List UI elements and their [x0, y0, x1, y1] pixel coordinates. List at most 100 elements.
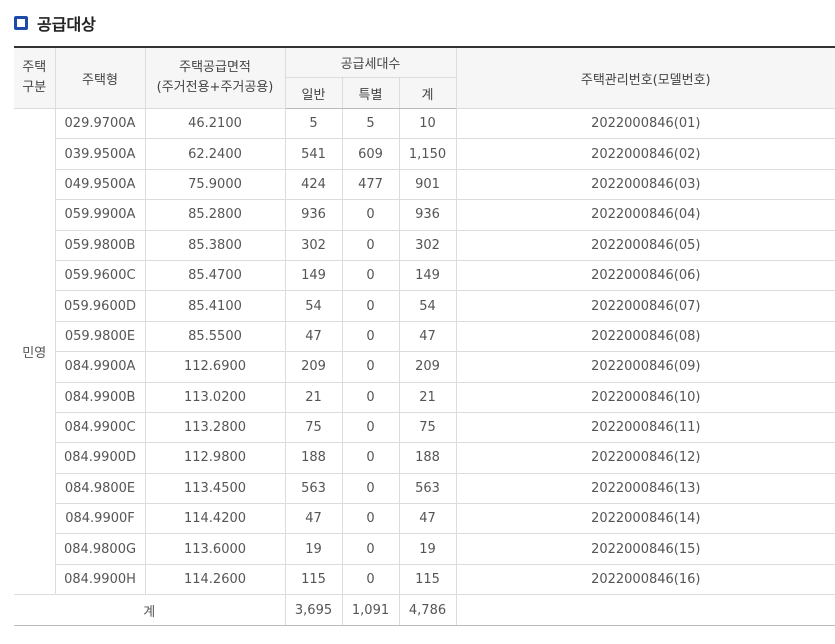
cell-housing-type: 084.9800G	[55, 533, 146, 565]
cell-management-number: 2022000846(06)	[455, 259, 835, 292]
cell-general-units: 302	[284, 229, 343, 261]
cell-management-number: 2022000846(10)	[455, 381, 835, 413]
cell-special-units: 0	[341, 381, 400, 413]
cell-supply-area: 46.2100	[144, 107, 286, 140]
cell-management-number: 2022000846(11)	[455, 411, 835, 444]
cell-total-units: 302	[398, 229, 457, 261]
cell-general-units: 936	[284, 199, 343, 231]
cell-total-units: 149	[398, 259, 457, 292]
cell-housing-type: 059.9900A	[55, 199, 146, 231]
cell-special-units: 0	[341, 199, 400, 231]
header-supply-area: 주택공급면적 (주거전용+주거공용)	[144, 46, 286, 109]
cell-supply-area: 112.9800	[144, 442, 286, 474]
total-total-units: 4,786	[398, 594, 457, 627]
header-management-number: 주택관리번호(모델번호)	[455, 46, 835, 109]
cell-total-units: 901	[398, 168, 457, 201]
table-row: 059.9900A 85.2800 936 0 936 2022000846(04)	[14, 199, 835, 231]
cell-total-units: 10	[398, 107, 457, 140]
cell-housing-type: 059.9800E	[55, 320, 146, 353]
cell-housing-type: 084.9900C	[55, 411, 146, 444]
cell-general-units: 54	[284, 290, 343, 322]
cell-housing-type: 029.9700A	[54, 107, 146, 140]
cell-housing-type: 084.9800E	[55, 472, 146, 505]
header-division: 주택 구분	[14, 46, 56, 109]
cell-total-units: 563	[398, 472, 457, 505]
cell-supply-area: 112.6900	[144, 351, 286, 383]
cell-total-units: 188	[398, 442, 457, 474]
cell-total-units: 1,150	[398, 138, 457, 170]
cell-special-units: 0	[341, 472, 400, 505]
cell-supply-area: 114.2600	[144, 563, 286, 596]
cell-general-units: 21	[284, 381, 343, 413]
cell-supply-area: 85.3800	[144, 229, 286, 261]
cell-general-units: 115	[284, 563, 343, 596]
cell-general-units: 424	[284, 168, 343, 201]
cell-special-units: 0	[341, 229, 400, 261]
cell-division: 민영	[14, 107, 56, 596]
table-row: 049.9500A 75.9000 424 477 901 2022000846(03)	[14, 168, 835, 201]
cell-general-units: 149	[284, 259, 343, 292]
cell-housing-type: 059.9600C	[55, 259, 146, 292]
cell-management-number: 2022000846(01)	[455, 107, 835, 140]
total-special-units: 1,091	[341, 594, 400, 627]
header-division-line2: 구분	[22, 80, 47, 95]
table-row: 059.9600D 85.4100 54 0 54 2022000846(07)	[14, 290, 835, 322]
cell-supply-area: 85.5500	[144, 320, 286, 353]
header-housing-type: 주택형	[54, 46, 146, 109]
cell-special-units: 0	[341, 563, 400, 596]
table-row: 084.9900D 112.9800 188 0 188 2022000846(12)	[14, 442, 835, 474]
table-row: 039.9500A 62.2400 541 609 1,150 2022000846(02…	[14, 138, 835, 170]
cell-general-units: 19	[284, 533, 343, 565]
supply-table: 주택 구분 주택형 주택공급면적 (주거전용+주거공용) 공급세대수 주택관리번…	[14, 46, 835, 627]
cell-special-units: 0	[341, 533, 400, 565]
header-area-line1: 주택공급면적	[179, 60, 251, 75]
table-row: 084.9800G 113.6000 19 0 19 2022000846(15)	[14, 533, 835, 565]
cell-special-units: 5	[341, 107, 400, 140]
header-total: 계	[398, 77, 457, 109]
cell-total-units: 209	[398, 351, 457, 383]
cell-supply-area: 85.2800	[144, 199, 286, 231]
table-row: 084.9900B 113.0200 21 0 21 2022000846(10)	[14, 381, 835, 413]
table-row: 059.9600C 85.4700 149 0 149 2022000846(06)	[14, 259, 835, 292]
table-row: 민영 029.9700A 46.2100 5 5 10 2022000846(01)	[14, 107, 835, 596]
header-area-line2: (주거전용+주거공용)	[156, 80, 274, 95]
table-row: 084.9900H 114.2600 115 0 115 2022000846(16)	[14, 563, 835, 596]
cell-total-units: 47	[398, 503, 457, 535]
table-row: 084.9900F 114.4200 47 0 47 2022000846(14)	[14, 503, 835, 535]
cell-general-units: 75	[284, 411, 343, 444]
cell-supply-area: 114.4200	[144, 503, 286, 535]
cell-special-units: 0	[341, 411, 400, 444]
cell-special-units: 477	[341, 168, 400, 201]
cell-management-number: 2022000846(15)	[455, 533, 835, 565]
cell-housing-type: 084.9900A	[55, 351, 146, 383]
cell-housing-type: 084.9900F	[55, 503, 146, 535]
cell-housing-type: 059.9600D	[55, 290, 146, 322]
cell-management-number: 2022000846(07)	[455, 290, 835, 322]
cell-management-number: 2022000846(04)	[455, 199, 835, 231]
cell-management-number: 2022000846(08)	[455, 320, 835, 353]
cell-total-units: 19	[398, 533, 457, 565]
cell-total-units: 115	[398, 563, 457, 596]
cell-management-number: 2022000846(03)	[455, 168, 835, 201]
header-row-1: 주택 구분 주택형 주택공급면적 (주거전용+주거공용) 공급세대수 주택관리번…	[14, 46, 835, 109]
cell-housing-type: 039.9500A	[55, 138, 146, 170]
cell-supply-area: 75.9000	[144, 168, 286, 201]
cell-management-number: 2022000846(02)	[455, 138, 835, 170]
cell-general-units: 47	[284, 503, 343, 535]
cell-management-number: 2022000846(13)	[455, 472, 835, 505]
cell-management-number: 2022000846(12)	[455, 442, 835, 474]
cell-housing-type: 059.9800B	[55, 229, 146, 261]
cell-supply-area: 113.2800	[144, 411, 286, 444]
cell-housing-type: 084.9900H	[55, 563, 146, 596]
cell-supply-area: 113.0200	[144, 381, 286, 413]
cell-housing-type: 084.9900B	[55, 381, 146, 413]
cell-general-units: 5	[284, 107, 343, 140]
cell-housing-type: 084.9900D	[55, 442, 146, 474]
total-management-number	[455, 594, 835, 627]
table-row: 059.9800B 85.3800 302 0 302 2022000846(05)	[14, 229, 835, 261]
table-row: 084.9900C 113.2800 75 0 75 2022000846(11)	[14, 411, 835, 444]
table-row: 084.9900A 112.6900 209 0 209 2022000846(09)	[14, 351, 835, 383]
cell-total-units: 47	[398, 320, 457, 353]
cell-special-units: 609	[341, 138, 400, 170]
cell-special-units: 0	[341, 290, 400, 322]
